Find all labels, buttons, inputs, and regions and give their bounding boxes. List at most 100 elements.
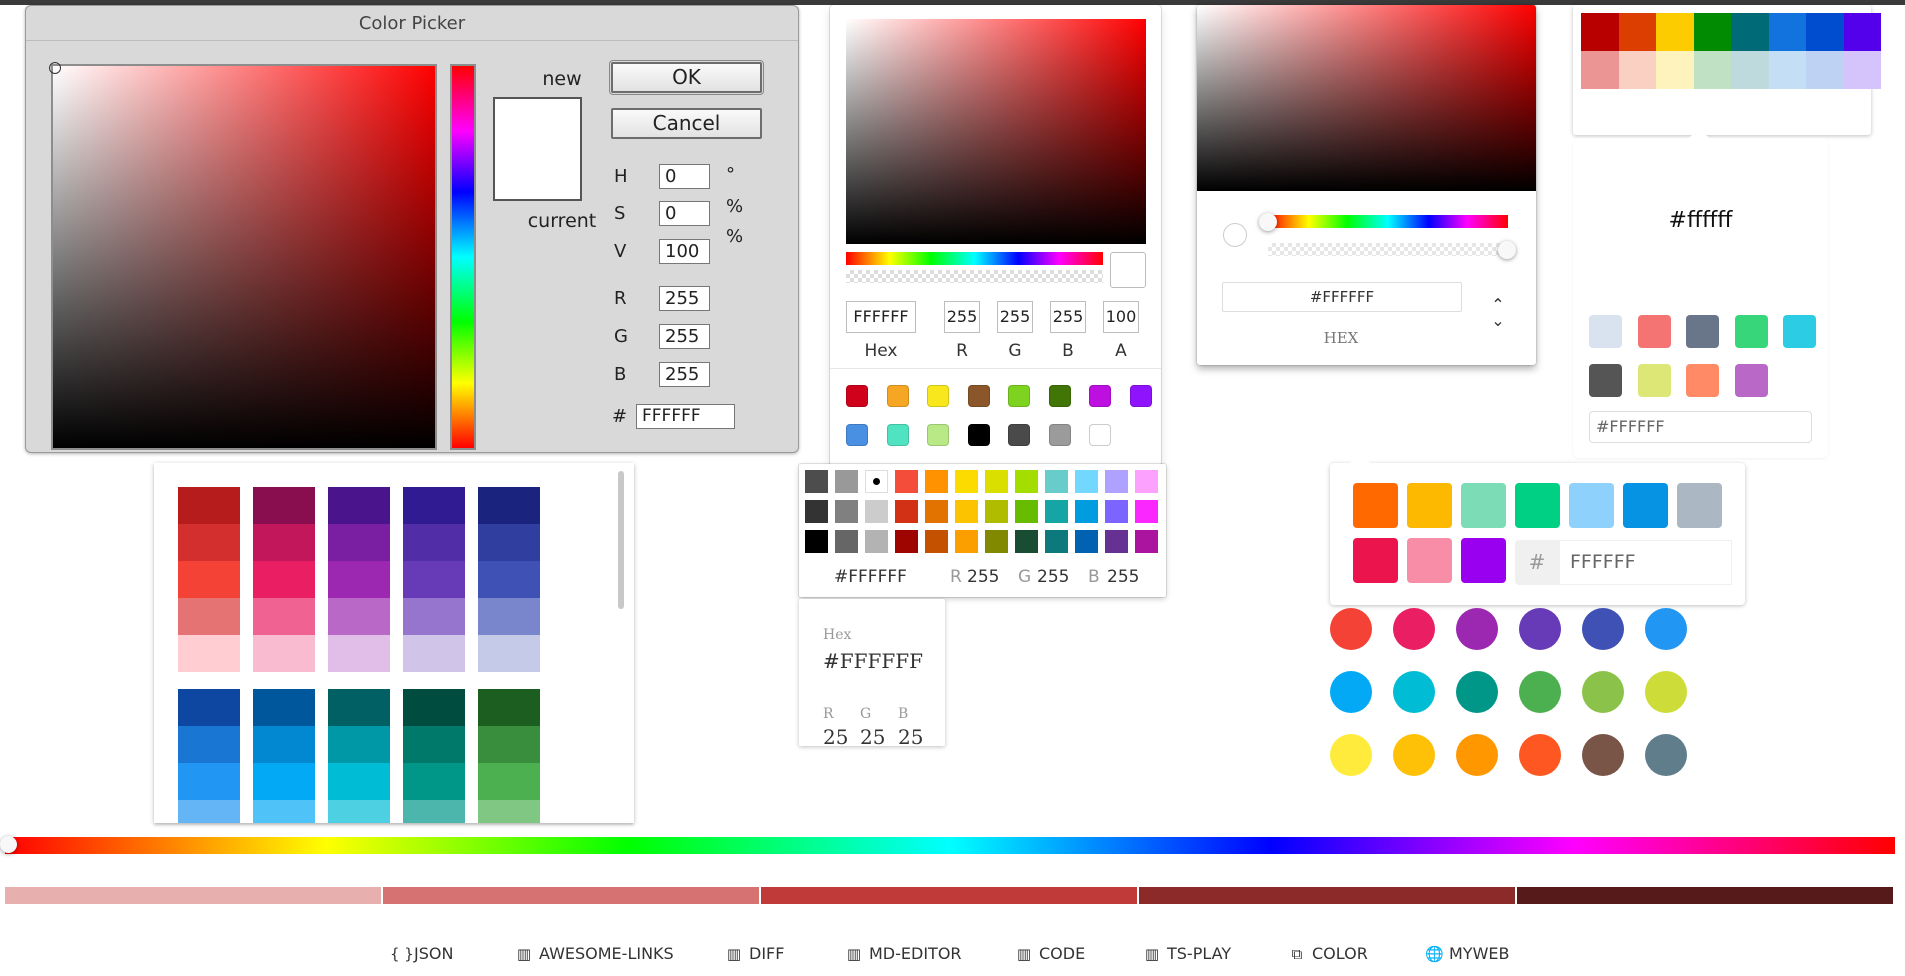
compact-swatch[interactable]	[1135, 530, 1158, 553]
format-toggle-icon[interactable]: ⌃ ⌄	[1490, 297, 1506, 329]
shade-swatch[interactable]	[383, 887, 759, 904]
palette-swatch[interactable]	[403, 800, 465, 823]
saturation-area[interactable]	[846, 19, 1146, 244]
palette-swatch[interactable]	[478, 800, 540, 823]
nav-link-awesome-links[interactable]: ▥ AWESOME-LINKS	[515, 944, 674, 968]
circle-swatch[interactable]	[1582, 734, 1624, 776]
palette-swatch[interactable]	[178, 487, 240, 524]
palette-swatch[interactable]	[253, 561, 315, 598]
compact-swatch[interactable]	[955, 530, 978, 553]
preset-swatch[interactable]	[886, 424, 909, 446]
preset-swatch[interactable]	[1089, 385, 1111, 407]
preset-swatch[interactable]	[1089, 424, 1111, 446]
hue-bar[interactable]	[450, 64, 476, 450]
palette-swatch[interactable]	[253, 487, 315, 524]
palette-swatch[interactable]	[328, 763, 390, 800]
palette-swatch[interactable]	[403, 726, 465, 763]
palette-swatch[interactable]	[178, 689, 240, 726]
a-field[interactable]: 100	[1103, 301, 1139, 333]
swatch[interactable]	[1806, 13, 1844, 51]
palette-swatch[interactable]	[478, 487, 540, 524]
nav-link-myweb[interactable]: 🌐 MYWEB	[1425, 944, 1509, 968]
compact-swatch[interactable]	[925, 530, 948, 553]
palette-swatch[interactable]	[178, 561, 240, 598]
circle-swatch[interactable]	[1393, 608, 1435, 650]
palette-swatch[interactable]	[178, 726, 240, 763]
palette-swatch[interactable]	[328, 598, 390, 635]
twitter-swatch[interactable]	[1569, 483, 1614, 528]
compact-swatch[interactable]	[1075, 530, 1098, 553]
twitter-swatch[interactable]	[1407, 538, 1452, 583]
preset-swatch[interactable]	[1129, 385, 1152, 407]
compact-swatch[interactable]	[865, 500, 888, 523]
circle-swatch[interactable]	[1645, 671, 1687, 713]
palette-swatch[interactable]	[253, 689, 315, 726]
compact-swatch[interactable]	[835, 470, 858, 493]
hex-value[interactable]: #FFFFFF	[823, 649, 923, 673]
compact-swatch[interactable]	[805, 500, 828, 523]
compact-swatch[interactable]	[895, 500, 918, 523]
palette-swatch[interactable]	[253, 598, 315, 635]
swatch[interactable]	[1806, 51, 1844, 89]
palette-swatch[interactable]	[403, 763, 465, 800]
palette-swatch[interactable]	[178, 598, 240, 635]
block-swatch[interactable]	[1686, 364, 1719, 397]
compact-swatch[interactable]	[985, 500, 1008, 523]
preset-swatch[interactable]	[1048, 424, 1071, 446]
circle-swatch[interactable]	[1582, 671, 1624, 713]
compact-swatch[interactable]	[835, 500, 858, 523]
nav-link-diff[interactable]: ▥ DIFF	[725, 944, 785, 968]
circle-swatch[interactable]	[1519, 734, 1561, 776]
r-input[interactable]: 255	[659, 286, 710, 311]
swatch[interactable]	[1843, 51, 1881, 89]
hue-slider-knob[interactable]	[0, 836, 17, 853]
palette-swatch[interactable]	[403, 487, 465, 524]
palette-swatch[interactable]	[478, 598, 540, 635]
palette-swatch[interactable]	[178, 524, 240, 561]
g-value[interactable]: 255	[1037, 567, 1069, 587]
alpha-slider[interactable]	[1268, 243, 1508, 256]
g-value[interactable]: 25	[860, 725, 888, 746]
swatch[interactable]	[1768, 13, 1806, 51]
r-value[interactable]: 25	[823, 725, 851, 746]
block-swatch[interactable]	[1589, 315, 1622, 348]
swatch[interactable]	[1731, 13, 1769, 51]
compact-swatch[interactable]	[1135, 500, 1158, 523]
h-input[interactable]: 0	[659, 164, 710, 189]
block-swatch[interactable]	[1637, 364, 1671, 397]
palette-swatch[interactable]	[328, 524, 390, 561]
swatch[interactable]	[1731, 51, 1769, 89]
nav-link-color[interactable]: ⧉ COLOR	[1288, 944, 1368, 968]
palette-swatch[interactable]	[328, 800, 390, 823]
circle-swatch[interactable]	[1330, 608, 1372, 650]
palette-swatch[interactable]	[478, 524, 540, 561]
compact-swatch[interactable]	[1015, 530, 1038, 553]
b-value[interactable]: 25	[898, 725, 926, 746]
compact-swatch[interactable]	[985, 530, 1008, 553]
preset-swatch[interactable]	[967, 385, 990, 407]
palette-swatch[interactable]	[253, 524, 315, 561]
preset-swatch[interactable]	[1048, 385, 1071, 407]
swatch[interactable]	[1618, 51, 1656, 89]
compact-swatch[interactable]	[895, 470, 918, 493]
palette-swatch[interactable]	[328, 487, 390, 524]
nav-link-code[interactable]: ▥ CODE	[1015, 944, 1085, 968]
preset-swatch[interactable]	[846, 424, 868, 446]
nav-link-md-editor[interactable]: ▥ MD-EDITOR	[845, 944, 962, 968]
hex-input[interactable]: #FFFFFF	[1222, 282, 1462, 312]
compact-swatch[interactable]	[1045, 470, 1068, 493]
compact-swatch[interactable]	[1045, 500, 1068, 523]
scrollbar-thumb[interactable]	[618, 471, 624, 609]
hex-input[interactable]: #FFFFFF	[1589, 411, 1812, 443]
compact-swatch[interactable]	[955, 500, 978, 523]
cancel-button[interactable]: Cancel	[611, 108, 762, 139]
palette-swatch[interactable]	[478, 726, 540, 763]
shade-swatch[interactable]	[1139, 887, 1515, 904]
block-swatch[interactable]	[1734, 315, 1768, 348]
twitter-swatch[interactable]	[1623, 483, 1668, 528]
palette-swatch[interactable]	[178, 635, 240, 672]
preset-swatch[interactable]	[1008, 385, 1030, 407]
nav-link-ts-play[interactable]: ▥ TS-PLAY	[1143, 944, 1231, 968]
palette-swatch[interactable]	[328, 635, 390, 672]
hue-slider[interactable]	[5, 837, 1895, 854]
